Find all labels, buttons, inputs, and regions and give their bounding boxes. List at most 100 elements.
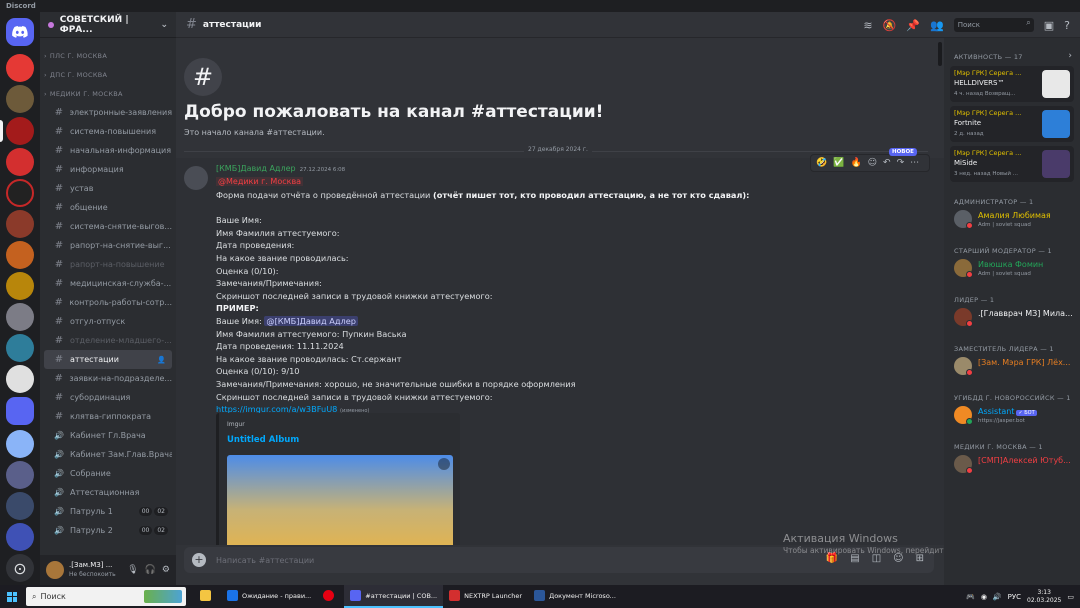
server-icon[interactable] [6,85,34,113]
embed-title[interactable]: Untitled Album [227,435,299,445]
server-icon[interactable] [6,365,34,393]
text-channel[interactable]: # устав [44,179,172,198]
bell-muted-icon[interactable]: 🔕 [883,19,897,32]
server-header[interactable]: СОВЕТСКИЙ | ФРА... ⌄ [40,12,176,38]
channel-category[interactable]: › ДПС Г. МОСКВА [40,65,176,84]
text-channel[interactable]: # субординация [44,388,172,407]
reaction-fire-icon[interactable]: 🔥 [850,158,861,168]
member-item[interactable]: Ивюшка Фомин Adm | soviet squad [954,257,1078,281]
user-mention[interactable]: @[КМБ]Давид Адлер [264,315,358,326]
add-reaction-icon[interactable]: ☺ [868,158,877,168]
server-icon[interactable] [6,54,34,82]
voice-channel[interactable]: 🔊 Кабинет Гл.Врача [44,426,172,445]
server-icon[interactable] [6,241,34,269]
scrollbar[interactable] [938,42,942,66]
server-icon[interactable] [6,430,34,458]
voice-channel[interactable]: 🔊 Собрание [44,464,172,483]
text-channel[interactable]: # электронные-заявления [44,103,172,122]
server-icon[interactable] [6,334,34,362]
members-icon[interactable]: 👥 [930,19,944,32]
voice-channel[interactable]: 🔊 Кабинет Зам.Глав.Врача [44,445,172,464]
inbox-icon[interactable]: ▣ [1044,19,1054,32]
taskbar-app[interactable]: #аттестации | СОВ... [344,585,444,608]
server-icon[interactable] [6,492,34,520]
server-icon[interactable] [6,461,34,489]
embed-menu-icon[interactable] [438,458,450,470]
notifications-icon[interactable]: ▭ [1067,593,1074,601]
gamepad-icon[interactable]: 🎮 [966,593,975,601]
chevron-right-icon[interactable]: › [1068,51,1072,61]
member-item[interactable]: Assistant ✓ БОТ https://jasper.bot [954,404,1078,428]
text-channel[interactable]: # рапорт-на-снятие-выг... [44,236,172,255]
text-channel[interactable]: # медицинская-служба-... [44,274,172,293]
voice-channel[interactable]: 🔊 Аттестационная [44,483,172,502]
activity-card[interactable]: [Мэр ГРК] Серега ... Fortnite 2 д. назад [950,106,1074,142]
text-channel[interactable]: # клятва-гиппократа [44,407,172,426]
activity-card[interactable]: [Мэр ГРК] Серега ... MiSide 3 нед. назад Н… [950,146,1074,182]
taskbar-app[interactable] [317,585,344,608]
taskbar-file-explorer[interactable] [194,585,221,608]
language-indicator[interactable]: РУС [1008,593,1021,601]
channel-category[interactable]: › МЕДИКИ Г. МОСКВА [40,84,176,103]
server-icon[interactable] [6,523,34,551]
taskbar-app[interactable]: Ожидание - прави... [221,585,317,608]
member-item[interactable]: .[Главврач МЗ] Мила... [954,306,1078,330]
message[interactable]: [КМБ]Давид Адлер 27.12.2024 6:08 @Медики … [176,158,944,545]
taskbar-search-input[interactable]: ⌕ Поиск [26,587,186,606]
text-channel[interactable]: # заявки-на-подразделе... [44,369,172,388]
network-icon[interactable]: ◉ [981,593,987,601]
add-member-icon[interactable]: 👤 [157,356,166,364]
message-author[interactable]: [КМБ]Давид Адлер 27.12.2024 6:08 [216,164,345,173]
discord-home-icon[interactable] [6,18,34,46]
voice-channel[interactable]: 🔊 Патруль 2 00 02 [44,521,172,540]
author-name[interactable]: [КМБ]Давид Адлер [216,164,296,173]
embed-image[interactable] [227,455,453,545]
text-channel[interactable]: # контроль-работы-сотр... [44,293,172,312]
reaction-laugh-icon[interactable]: 🤣 [816,158,827,168]
server-icon-active[interactable] [6,117,34,145]
windows-start-button[interactable] [0,585,24,608]
taskbar-app[interactable]: Документ Microso... [528,585,622,608]
search-input[interactable]: Поиск ⌕ [953,18,1034,32]
avatar[interactable] [46,561,64,579]
headphones-icon[interactable]: 🎧 [145,565,156,575]
more-icon[interactable]: ⋯ [910,158,919,168]
text-channel[interactable]: # информация [44,160,172,179]
help-icon[interactable]: ? [1064,19,1070,32]
server-icon[interactable] [6,148,34,176]
pin-icon[interactable]: 📌 [906,19,920,32]
reply-icon[interactable]: ↶ [883,158,891,168]
clock[interactable]: 3:13 02.03.2025 [1027,589,1061,605]
avatar[interactable] [184,166,208,190]
speaker-icon[interactable]: 🔊 [993,593,1002,601]
chevron-down-icon[interactable]: ⌄ [160,20,168,30]
text-channel[interactable]: # отгул-отпуск [44,312,172,331]
text-channel[interactable]: # система-снятие-выгов... [44,217,172,236]
reaction-check-icon[interactable]: ✅ [833,158,844,168]
server-icon[interactable] [6,272,34,300]
plus-icon[interactable]: + [192,553,206,567]
taskbar-app[interactable]: NEXTRP Launcher [443,585,528,608]
role-mention[interactable]: @Медики г. Москва [216,177,304,186]
channel-category[interactable]: › ПЛС Г. МОСКВА [40,46,176,65]
member-item[interactable]: Амалия Любимая Adm | soviet squad [954,208,1078,232]
member-item[interactable]: [Зам. Мэра ГРК] Лёх... [954,355,1078,379]
voice-channel[interactable]: 🔊 Патруль 1 00 02 [44,502,172,521]
member-item[interactable]: [СМП]Алексей Ютуб... [954,453,1078,477]
text-channel[interactable]: # рапорт-на-повышение [44,255,172,274]
threads-icon[interactable]: ≋ [863,19,872,32]
forward-icon[interactable]: ↷ [897,158,905,168]
text-channel[interactable]: # начальная-информация [44,141,172,160]
text-channel[interactable]: # отделение-младшего-... [44,331,172,350]
microphone-icon[interactable]: 🎙 [127,565,138,575]
server-icon[interactable] [6,303,34,331]
activity-card[interactable]: [Мэр ГРК] Серега ... HELLDIVERS™ 4 ч. наза… [950,66,1074,102]
server-folder-icon[interactable] [6,397,34,425]
text-channel[interactable]: # система-повышения [44,122,172,141]
server-icon[interactable] [6,179,34,207]
server-icon[interactable] [6,210,34,238]
discover-icon[interactable]: ⊙ [6,554,34,582]
text-channel[interactable]: # аттестации 👤 [44,350,172,369]
gear-icon[interactable]: ⚙ [162,565,170,575]
text-channel[interactable]: # общение [44,198,172,217]
